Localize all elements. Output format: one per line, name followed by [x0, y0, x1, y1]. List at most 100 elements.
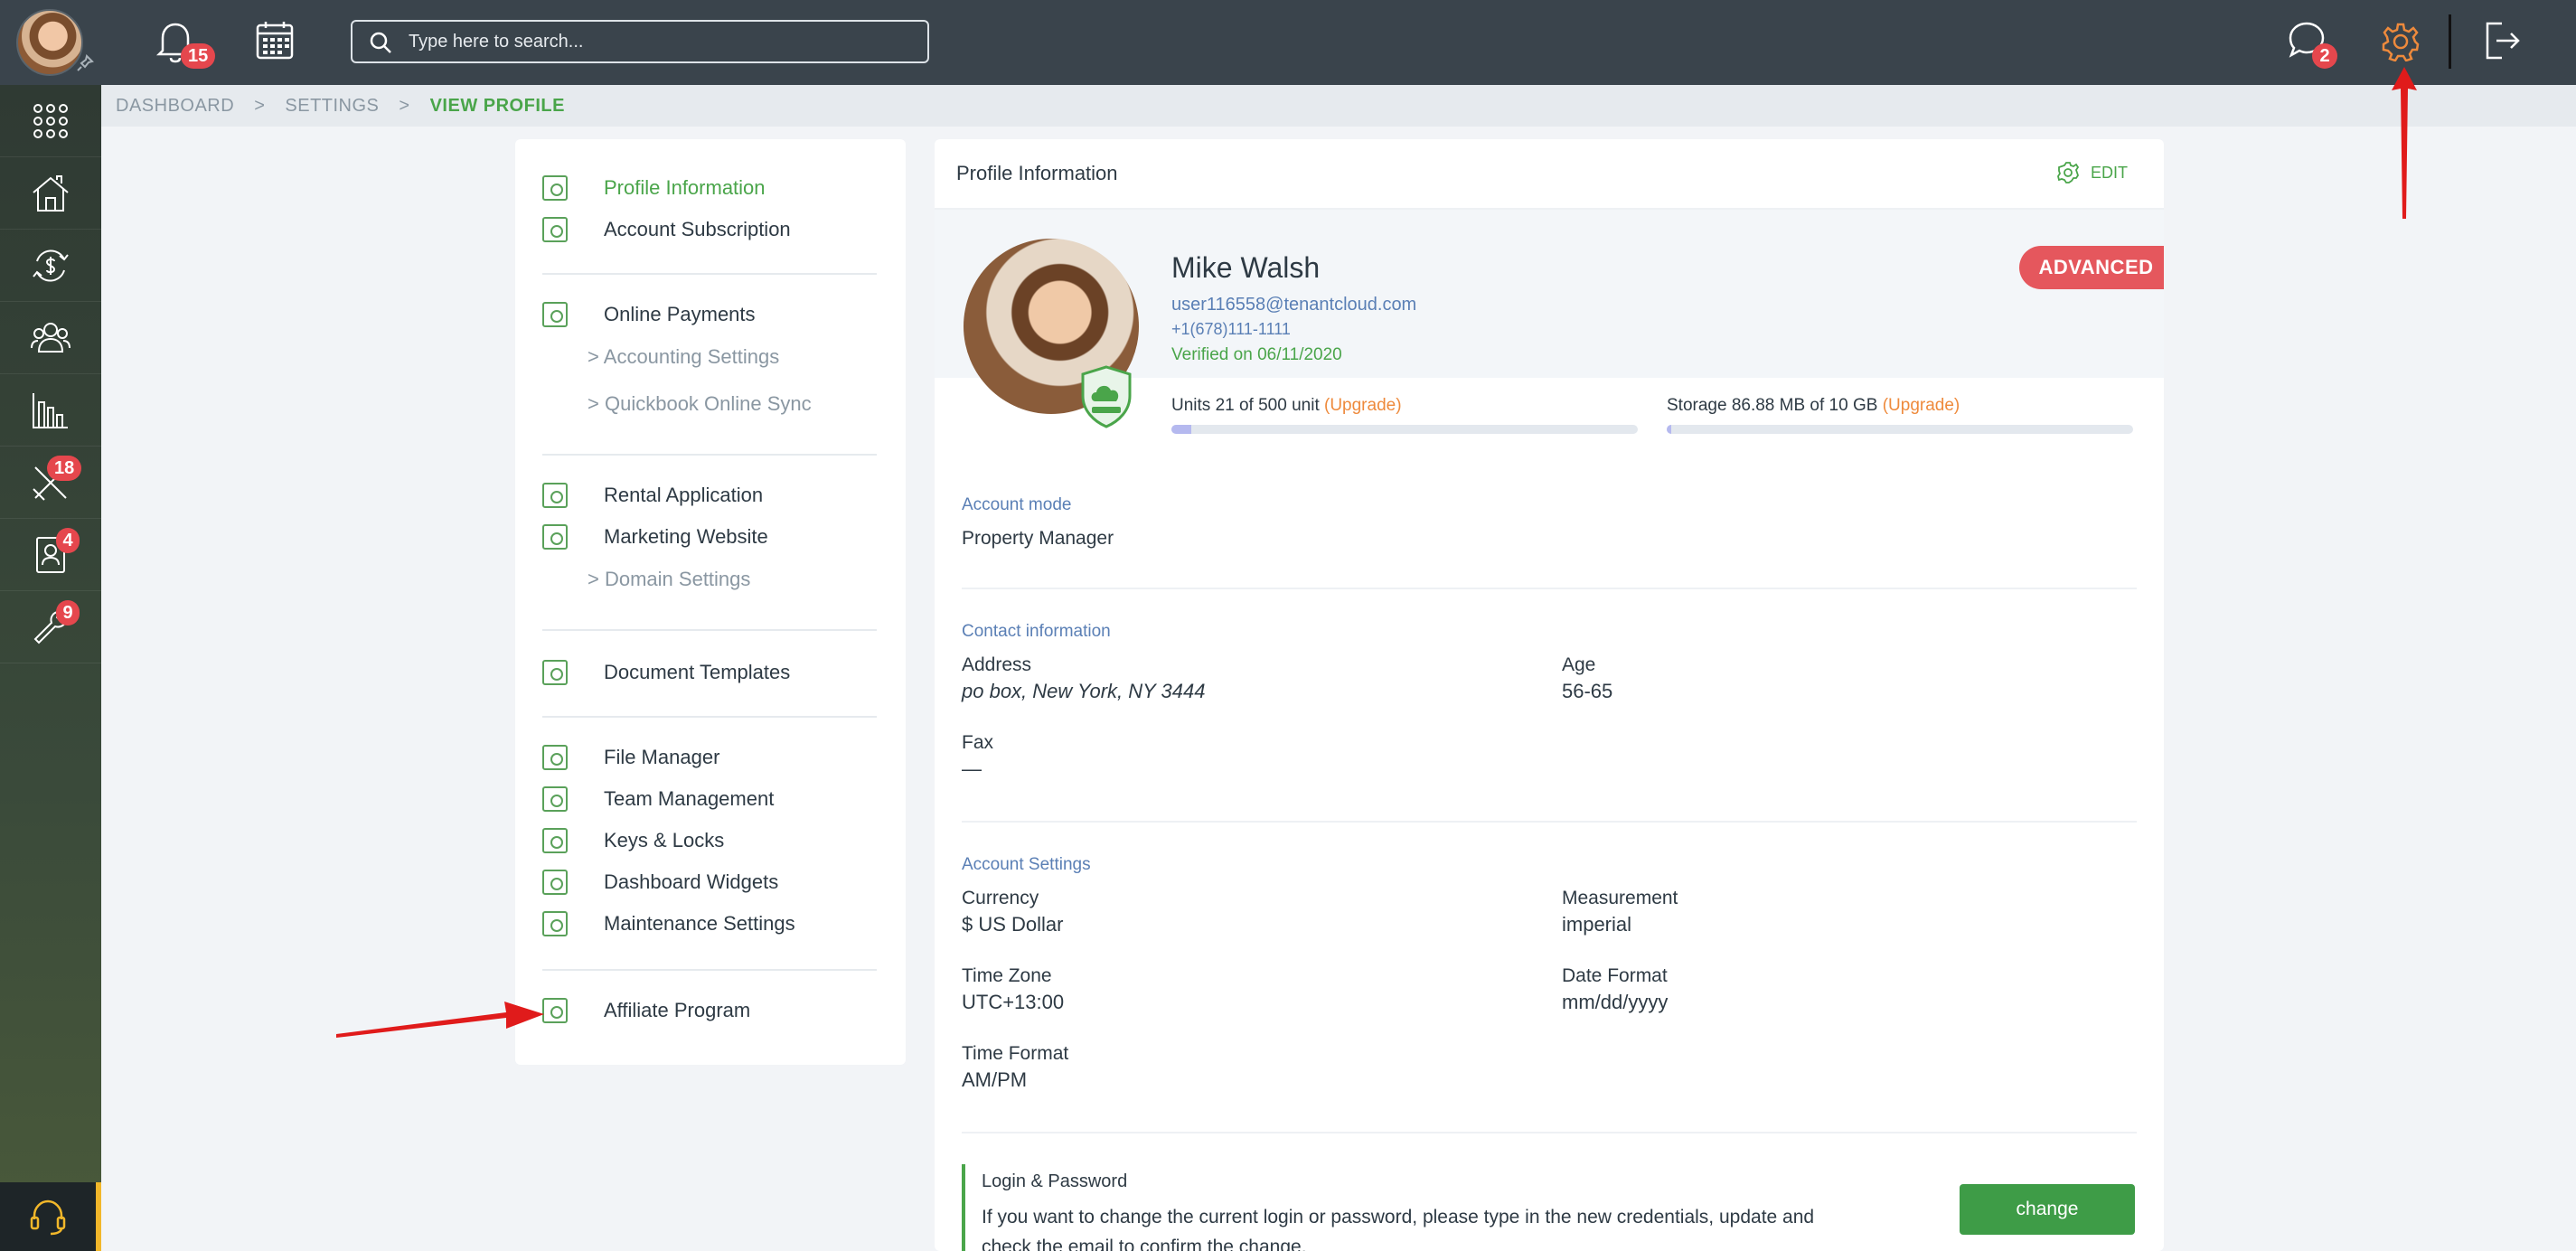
menu-marketing-website[interactable]: Marketing Website: [542, 519, 768, 555]
menu-quickbook-sync[interactable]: > Quickbook Online Sync: [588, 392, 812, 416]
login-description: If you want to change the current login …: [982, 1207, 1815, 1251]
measurement-value: imperial: [1562, 913, 1632, 936]
menu-accounting-settings[interactable]: > Accounting Settings: [588, 345, 779, 369]
menu-label: Dashboard Widgets: [604, 870, 779, 893]
rail-maintenance[interactable]: 9: [0, 591, 101, 663]
menu-label: Maintenance Settings: [604, 912, 795, 935]
storage-progress-fill: [1667, 425, 1672, 434]
menu-account-subscription[interactable]: Account Subscription: [542, 212, 791, 248]
currency-value: $ US Dollar: [962, 913, 1064, 936]
notifications-button[interactable]: 15: [155, 20, 216, 69]
card-header: Profile Information EDIT: [935, 139, 2164, 210]
age-label: Age: [1562, 654, 1596, 675]
section-divider: [962, 588, 2137, 589]
rail-tools[interactable]: 18: [0, 447, 101, 519]
menu-online-payments[interactable]: Online Payments: [542, 296, 756, 333]
rail-payments[interactable]: [0, 230, 101, 302]
profile-name: Mike Walsh: [1171, 251, 1321, 284]
account-mode-section: Account mode: [962, 495, 1072, 514]
widgets-icon: [542, 870, 568, 895]
messages-button[interactable]: 2: [2287, 20, 2337, 69]
tools-count-badge: 18: [47, 456, 82, 481]
menu-label: Rental Application: [604, 484, 764, 506]
calendar-button[interactable]: [255, 20, 295, 66]
search-input[interactable]: [409, 27, 915, 56]
rail-reports[interactable]: [0, 374, 101, 447]
contact-section: Contact information: [962, 622, 1111, 641]
headset-icon: [30, 1199, 66, 1236]
currency-label: Currency: [962, 888, 1039, 908]
logout-icon: [2486, 22, 2520, 60]
settings-menu: Profile Information Account Subscription…: [515, 139, 906, 1065]
verified-date: Verified on 06/11/2020: [1171, 345, 1342, 364]
menu-maintenance-settings[interactable]: Maintenance Settings: [542, 906, 795, 942]
left-rail: 18 4 9: [0, 85, 101, 1251]
menu-dashboard-widgets[interactable]: Dashboard Widgets: [542, 864, 778, 900]
payments-icon: [542, 302, 568, 327]
card-title: Profile Information: [956, 162, 1118, 184]
menu-team-management[interactable]: Team Management: [542, 781, 774, 817]
folder-icon: [542, 745, 568, 770]
menu-divider: [542, 716, 877, 718]
menu-profile-information[interactable]: Profile Information: [542, 170, 766, 206]
menu-label: Document Templates: [604, 661, 791, 683]
breadcrumb: DASHBOARD > SETTINGS > VIEW PROFILE: [101, 85, 2576, 127]
application-icon: [542, 483, 568, 508]
timezone-label: Time Zone: [962, 965, 1052, 986]
units-upgrade-link[interactable]: (Upgrade): [1324, 396, 1402, 415]
fax-label: Fax: [962, 732, 994, 753]
user-avatar[interactable]: [16, 9, 83, 76]
gear-icon: [2382, 23, 2420, 62]
account-mode-value: Property Manager: [962, 528, 1114, 549]
menu-keys-locks[interactable]: Keys & Locks: [542, 823, 724, 859]
top-bar: 15 2: [0, 0, 2576, 85]
fax-value: —: [962, 757, 982, 780]
menu-rental-application[interactable]: Rental Application: [542, 477, 763, 513]
rail-properties[interactable]: [0, 157, 101, 230]
change-credentials-button[interactable]: change: [1960, 1184, 2135, 1235]
menu-document-templates[interactable]: Document Templates: [542, 654, 790, 691]
measurement-label: Measurement: [1562, 888, 1678, 908]
notifications-count-badge: 15: [181, 43, 216, 69]
chevron-right-icon: >: [588, 392, 599, 415]
address-value: po box, New York, NY 3444: [962, 680, 1206, 702]
menu-label: Affiliate Program: [604, 999, 751, 1021]
rail-apps[interactable]: [0, 85, 101, 157]
key-icon: [542, 828, 568, 853]
menu-label: Team Management: [604, 787, 775, 810]
age-value: 56-65: [1562, 680, 1613, 702]
pin-icon[interactable]: [76, 54, 94, 72]
menu-file-manager[interactable]: File Manager: [542, 739, 719, 776]
people-icon: [31, 322, 71, 353]
menu-label: Keys & Locks: [604, 829, 725, 851]
account-settings-section: Account Settings: [962, 855, 1091, 874]
topbar-divider: [2449, 14, 2451, 69]
profile-phone[interactable]: +1(678)111-1111: [1171, 320, 1291, 339]
verified-shield-icon: [1079, 365, 1133, 428]
edit-button[interactable]: EDIT: [2056, 161, 2128, 184]
logout-button[interactable]: [2482, 20, 2522, 66]
rail-contacts[interactable]: 4: [0, 519, 101, 591]
storage-upgrade-link[interactable]: (Upgrade): [1883, 396, 1960, 415]
menu-label: Profile Information: [604, 176, 766, 199]
search-box[interactable]: [351, 20, 929, 63]
profile-card: Profile Information EDIT Mike Walsh user…: [935, 139, 2164, 1251]
breadcrumb-dashboard[interactable]: DASHBOARD: [116, 96, 234, 117]
profile-email[interactable]: user116558@tenantcloud.com: [1171, 295, 1416, 315]
support-button[interactable]: [0, 1182, 101, 1251]
dateformat-value: mm/dd/yyyy: [1562, 991, 1669, 1013]
rail-people[interactable]: [0, 302, 101, 374]
units-text: Units 21 of 500 unit: [1171, 396, 1320, 415]
timeformat-label: Time Format: [962, 1043, 1069, 1064]
settings-button[interactable]: [2381, 22, 2421, 66]
menu-domain-settings[interactable]: > Domain Settings: [588, 568, 750, 591]
bar-chart-icon: [33, 392, 68, 428]
apps-grid-icon: [33, 103, 68, 138]
breadcrumb-settings[interactable]: SETTINGS: [285, 96, 379, 117]
chevron-right-icon: >: [588, 345, 599, 368]
menu-affiliate-program[interactable]: Affiliate Program: [542, 992, 750, 1029]
breadcrumb-view-profile: VIEW PROFILE: [429, 95, 565, 116]
menu-label: Domain Settings: [604, 568, 751, 590]
plan-badge: ADVANCED: [2019, 246, 2164, 289]
dateformat-label: Date Format: [1562, 965, 1668, 986]
